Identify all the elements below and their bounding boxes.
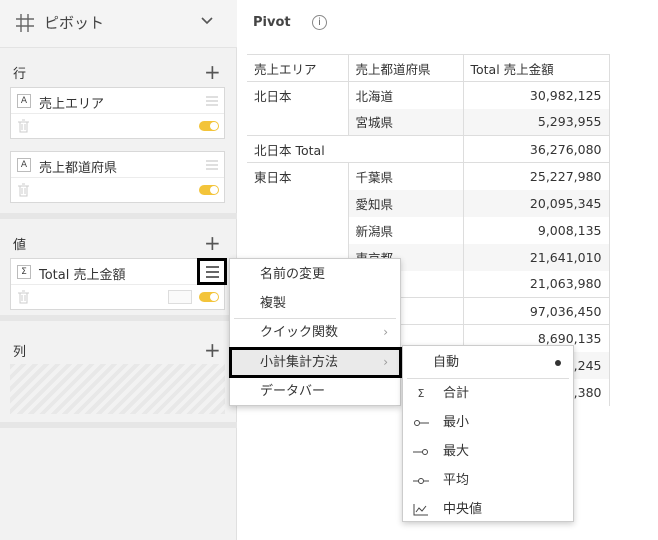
text-type-icon: A — [17, 158, 31, 172]
min-icon — [414, 420, 429, 426]
value-cell: 5,293,955 — [462, 108, 610, 136]
table-row: 新潟県 9,008,135 — [247, 216, 610, 244]
area-cell: 北日本 — [254, 88, 292, 104]
value-cell: 30,982,125 — [462, 81, 610, 109]
value-cell: 97,036,450 — [462, 297, 610, 325]
menu-item-rename[interactable]: 名前の変更 — [230, 260, 400, 289]
field-context-menu: 名前の変更 複製 クイック関数 › 小計集計方法 › データバー — [229, 258, 402, 406]
chevron-right-icon: › — [383, 355, 388, 369]
add-row-icon[interactable]: + — [204, 62, 221, 82]
subtotal-label: 北日本 Total — [247, 135, 463, 163]
pivot-title: Pivot — [253, 15, 291, 30]
menu-icon — [206, 266, 219, 278]
drag-handle-icon[interactable] — [206, 96, 218, 106]
menu-item-quick-function[interactable]: クイック関数 › — [230, 318, 400, 347]
table-row: 北日本 北海道 30,982,125 — [247, 81, 610, 109]
value-cell: 36,276,080 — [462, 135, 610, 163]
table-row: 愛知県 20,095,345 — [247, 189, 610, 217]
column-drop-zone[interactable] — [10, 364, 225, 414]
column-header[interactable]: 売上エリア — [247, 54, 348, 82]
add-value-icon[interactable]: + — [204, 233, 221, 253]
submenu-item-average[interactable]: 平均 — [403, 466, 573, 495]
menu-item-subtotal-method[interactable]: 小計集計方法 › — [230, 348, 400, 377]
table-row: 東日本 千葉県 25,227,980 — [247, 162, 610, 190]
value-cell: 21,063,980 — [462, 270, 610, 298]
section-divider — [0, 422, 237, 428]
subtotal-submenu: 自動 Σ 合計 最小 最大 平均 中央値 — [402, 345, 574, 522]
info-icon[interactable]: i — [312, 15, 327, 30]
value-cell: 25,227,980 — [462, 162, 610, 190]
trash-icon[interactable] — [17, 119, 30, 133]
field-name: 売上エリア — [39, 97, 105, 112]
table-header-row: 売上エリア 売上都道府県 Total 売上金額 — [247, 54, 610, 82]
area-cell: 東日本 — [254, 169, 292, 185]
selected-dot-icon — [555, 360, 561, 366]
columns-section-label: 列 — [13, 345, 27, 360]
value-cell: 21,641,010 — [462, 243, 610, 271]
rows-section-label: 行 — [13, 67, 27, 82]
row-field-prefecture[interactable]: A 売上都道府県 — [10, 151, 225, 203]
submenu-item-median[interactable]: 中央値 — [403, 495, 573, 524]
add-column-icon[interactable]: + — [204, 340, 221, 360]
area-cell — [247, 190, 348, 217]
menu-item-databar[interactable]: データバー — [230, 377, 400, 406]
max-icon — [413, 449, 428, 455]
row-field-area[interactable]: A 売上エリア — [10, 87, 225, 139]
area-cell — [247, 217, 348, 244]
toggle-switch[interactable] — [199, 292, 219, 302]
color-swatch[interactable] — [168, 290, 192, 304]
pref-cell: 新潟県 — [347, 216, 463, 244]
panel-title: ピボット — [44, 14, 105, 32]
column-header[interactable]: 売上都道府県 — [347, 54, 463, 82]
submenu-item-max[interactable]: 最大 — [403, 437, 573, 466]
value-cell: 20,095,345 — [462, 189, 610, 217]
line-chart-icon — [413, 504, 428, 516]
submenu-item-min[interactable]: 最小 — [403, 408, 573, 437]
pivot-header: Pivot i — [238, 0, 658, 46]
pref-cell: 北海道 — [347, 81, 463, 109]
submenu-item-auto[interactable]: 自動 — [403, 348, 573, 377]
section-divider — [0, 213, 237, 219]
values-section-label: 値 — [13, 238, 27, 253]
trash-icon[interactable] — [17, 290, 30, 304]
toggle-switch[interactable] — [199, 121, 219, 131]
average-icon — [413, 478, 429, 484]
pivot-grid-icon — [16, 14, 34, 32]
field-menu-button[interactable] — [197, 258, 227, 285]
pref-cell: 千葉県 — [347, 162, 463, 190]
toggle-switch[interactable] — [199, 185, 219, 195]
table-row: 宮城県 5,293,955 — [247, 108, 610, 136]
value-cell: 9,008,135 — [462, 216, 610, 244]
sigma-icon: Σ — [417, 387, 425, 400]
field-name: Total 売上金額 — [39, 268, 126, 283]
pref-cell: 愛知県 — [347, 189, 463, 217]
section-divider — [0, 315, 237, 321]
pivot-config-panel: ピボット 行 + A 売上エリア A 売上都道府県 値 + Σ Total 売上… — [0, 0, 237, 540]
value-field-total[interactable]: Σ Total 売上金額 — [10, 258, 225, 310]
column-header[interactable]: Total 売上金額 — [462, 54, 610, 82]
menu-item-duplicate[interactable]: 複製 — [230, 289, 400, 318]
panel-header[interactable]: ピボット — [0, 0, 237, 48]
subtotal-row: 北日本 Total 36,276,080 — [247, 135, 610, 163]
field-name: 売上都道府県 — [39, 161, 118, 176]
trash-icon[interactable] — [17, 183, 30, 197]
chevron-right-icon: › — [383, 325, 388, 339]
drag-handle-icon[interactable] — [206, 160, 218, 170]
sigma-type-icon: Σ — [17, 265, 31, 279]
chevron-down-icon[interactable] — [200, 16, 214, 26]
text-type-icon: A — [17, 94, 31, 108]
pref-cell: 宮城県 — [347, 108, 463, 136]
submenu-item-sum[interactable]: Σ 合計 — [403, 379, 573, 408]
area-cell — [247, 109, 348, 136]
